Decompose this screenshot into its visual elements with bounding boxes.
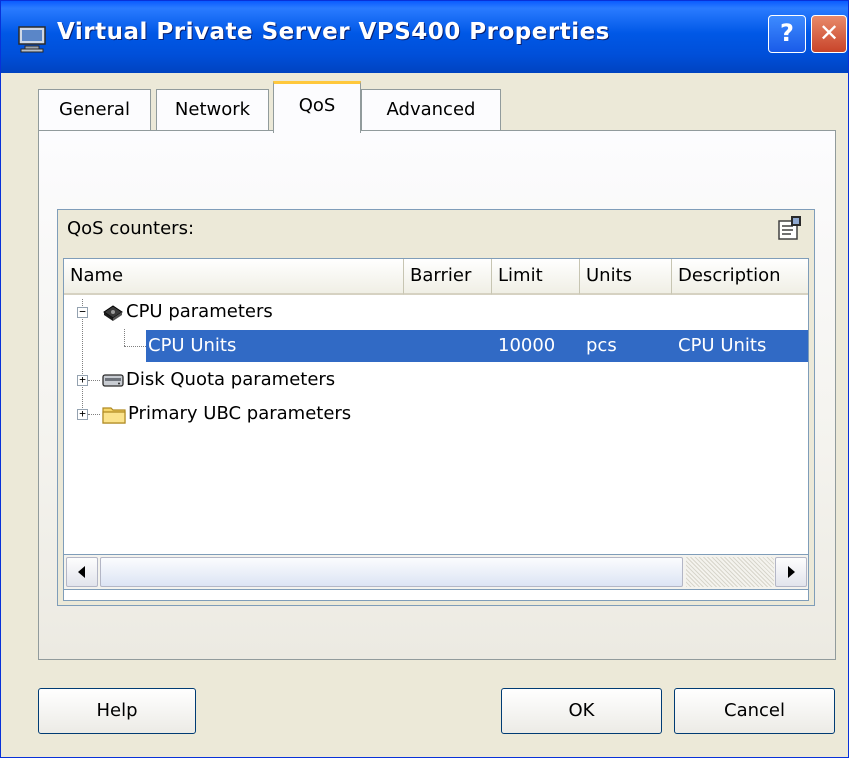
scroll-thumb[interactable] xyxy=(100,557,683,587)
help-button[interactable]: Help xyxy=(38,688,196,734)
tree-row-label: CPU parameters xyxy=(126,301,273,322)
column-header-name[interactable]: Name xyxy=(64,259,404,295)
cell-description: CPU Units xyxy=(678,335,767,356)
tab-strip: General Network QoS Advanced xyxy=(1,81,849,133)
tree-row-label: Disk Quota parameters xyxy=(126,369,336,390)
tree-line xyxy=(124,329,125,346)
qos-counters-label: QoS counters: xyxy=(67,218,195,239)
scroll-track[interactable] xyxy=(686,557,774,587)
tree-row-label: Primary UBC parameters xyxy=(128,403,352,424)
ok-button[interactable]: OK xyxy=(501,688,662,734)
close-button[interactable]: ✕ xyxy=(811,15,847,53)
tree-row-cpu-units[interactable]: CPU Units 10000 pcs CPU Units xyxy=(146,330,808,362)
help-title-button[interactable]: ? xyxy=(768,15,806,53)
tab-general[interactable]: General xyxy=(38,89,151,131)
cell-limit: 10000 xyxy=(498,335,556,356)
horizontal-scrollbar[interactable] xyxy=(63,554,809,590)
expand-toggle[interactable]: + xyxy=(77,374,88,386)
server-icon xyxy=(18,26,46,53)
tree-line xyxy=(124,346,146,347)
close-icon: ✕ xyxy=(818,19,840,47)
qos-counters-list[interactable]: Name Barrier Limit Units Description − C… xyxy=(63,258,809,601)
column-header-limit[interactable]: Limit xyxy=(492,259,580,295)
ok-button-label: OK xyxy=(568,700,595,721)
cell-units: pcs xyxy=(586,335,617,356)
arrow-right-icon xyxy=(788,566,795,578)
tree-row-cpu-parameters[interactable]: − CPU parameters xyxy=(64,296,808,328)
column-header-description[interactable]: Description xyxy=(672,259,808,295)
tab-network[interactable]: Network xyxy=(156,89,269,131)
scroll-right-button[interactable] xyxy=(775,557,807,587)
title-bar[interactable]: Virtual Private Server VPS400 Properties… xyxy=(1,1,848,73)
column-header-units[interactable]: Units xyxy=(580,259,672,295)
collapse-toggle[interactable]: − xyxy=(77,306,88,318)
folder-icon xyxy=(102,407,126,424)
scroll-left-button[interactable] xyxy=(66,557,98,587)
cancel-button-label: Cancel xyxy=(724,700,785,721)
properties-dialog: Virtual Private Server VPS400 Properties… xyxy=(0,0,849,758)
help-button-label: Help xyxy=(96,700,138,721)
column-header-barrier[interactable]: Barrier xyxy=(404,259,492,295)
properties-icon[interactable] xyxy=(777,215,803,241)
tab-advanced[interactable]: Advanced xyxy=(361,89,501,131)
arrow-left-icon xyxy=(78,566,85,578)
expand-toggle[interactable]: + xyxy=(77,408,88,420)
tree-row-disk-quota[interactable]: + Disk Quota parameters xyxy=(64,364,808,396)
cancel-button[interactable]: Cancel xyxy=(674,688,835,734)
cpu-icon xyxy=(103,305,123,321)
tab-qos[interactable]: QoS xyxy=(273,81,361,133)
disk-icon xyxy=(102,374,124,387)
window-title: Virtual Private Server VPS400 Properties xyxy=(57,19,610,45)
tree-row-label: CPU Units xyxy=(148,335,237,356)
tree-row-primary-ubc[interactable]: + Primary UBC parameters xyxy=(64,398,808,430)
